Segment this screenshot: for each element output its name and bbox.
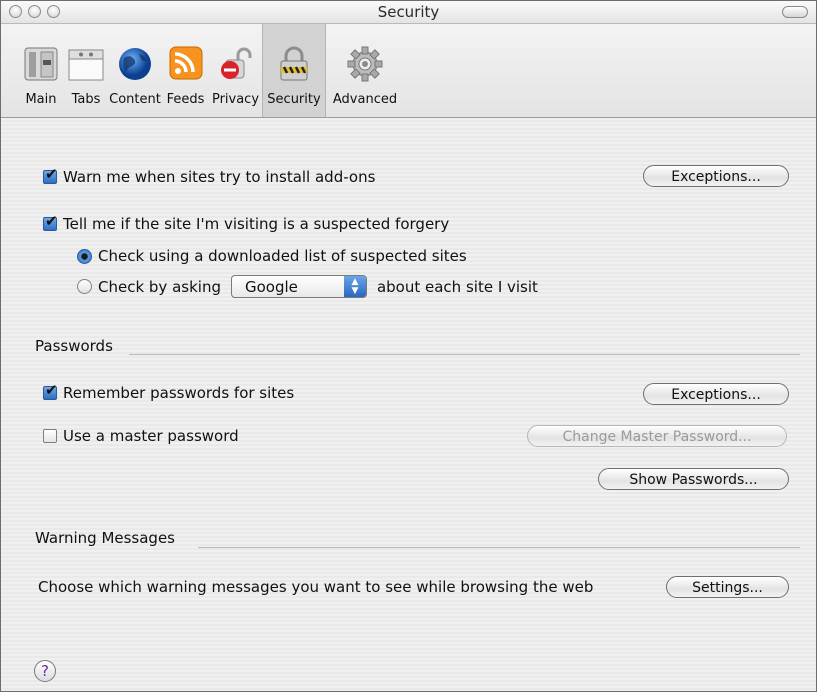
toolbar-toggle-button[interactable] <box>782 6 808 18</box>
radio-download-label[interactable]: Check using a downloaded list of suspect… <box>98 247 467 265</box>
tab-feeds[interactable]: Feeds <box>162 24 209 117</box>
security-panel: Warn me when sites try to install add-on… <box>1 118 816 691</box>
security-padlock-icon <box>280 46 308 81</box>
tab-tabs[interactable]: Tabs <box>64 24 108 117</box>
show-passwords-button[interactable]: Show Passwords... <box>598 468 789 490</box>
radio-download-list[interactable] <box>77 248 92 264</box>
radio-ask-provider[interactable] <box>77 279 92 294</box>
warnings-section-label: Warning Messages <box>35 529 175 547</box>
help-icon[interactable]: ? <box>34 660 56 682</box>
window-title: Security <box>377 3 440 21</box>
title-bar[interactable]: Security <box>1 1 816 24</box>
forgery-label[interactable]: Tell me if the site I'm visiting is a su… <box>63 215 449 233</box>
main-switch-icon <box>24 47 58 81</box>
advanced-gear-icon <box>347 46 383 82</box>
remember-passwords-label[interactable]: Remember passwords for sites <box>63 384 294 402</box>
warn-addons-label[interactable]: Warn me when sites try to install add-on… <box>63 168 375 186</box>
warn-addons-checkbox[interactable] <box>43 165 58 184</box>
forgery-checkbox[interactable] <box>43 212 58 231</box>
radio-ask-row: Check by asking Google ▲ ▼ about each sit… <box>77 275 538 298</box>
tabs-icon <box>68 49 104 81</box>
privacy-lock-icon <box>220 47 251 79</box>
rss-feed-icon <box>169 46 202 80</box>
passwords-section-label: Passwords <box>35 337 113 355</box>
warn-addons-row: Warn me when sites try to install add-on… <box>43 165 375 186</box>
preferences-toolbar: Main Tabs Content Feeds Privacy Security… <box>1 24 816 118</box>
provider-select-value: Google <box>244 277 298 296</box>
remember-passwords-row: Remember passwords for sites <box>43 381 294 402</box>
globe-icon <box>119 48 151 80</box>
provider-select[interactable]: Google ▲ ▼ <box>230 275 367 298</box>
passwords-exceptions-button[interactable]: Exceptions... <box>643 383 789 405</box>
tab-content[interactable]: Content <box>108 24 162 117</box>
preferences-window: Security Main Tabs Content Feeds Privacy… <box>0 0 817 692</box>
warnings-description: Choose which warning messages you want t… <box>38 578 594 596</box>
radio-download-row: Check using a downloaded list of suspect… <box>77 247 467 265</box>
tab-security[interactable]: Security <box>262 24 326 117</box>
master-password-checkbox[interactable] <box>43 429 57 443</box>
forgery-row: Tell me if the site I'm visiting is a su… <box>43 212 449 233</box>
warnings-settings-button[interactable]: Settings... <box>666 576 789 598</box>
select-arrows-icon: ▲ ▼ <box>343 276 366 297</box>
remember-passwords-checkbox[interactable] <box>43 381 58 400</box>
change-master-password-button[interactable]: Change Master Password... <box>527 425 787 447</box>
radio-ask-suffix: about each site I visit <box>376 277 538 296</box>
warnings-description-row: Choose which warning messages you want t… <box>38 578 593 596</box>
master-password-row: Use a master password <box>43 427 239 445</box>
addons-exceptions-button[interactable]: Exceptions... <box>643 165 789 187</box>
passwords-separator <box>129 354 800 355</box>
warnings-separator <box>198 547 800 548</box>
tab-privacy[interactable]: Privacy <box>209 24 262 117</box>
radio-ask-label[interactable]: Check by asking <box>98 278 221 296</box>
tab-advanced[interactable]: Advanced <box>326 24 404 117</box>
tab-main[interactable]: Main <box>18 24 64 117</box>
master-password-label[interactable]: Use a master password <box>63 427 239 445</box>
